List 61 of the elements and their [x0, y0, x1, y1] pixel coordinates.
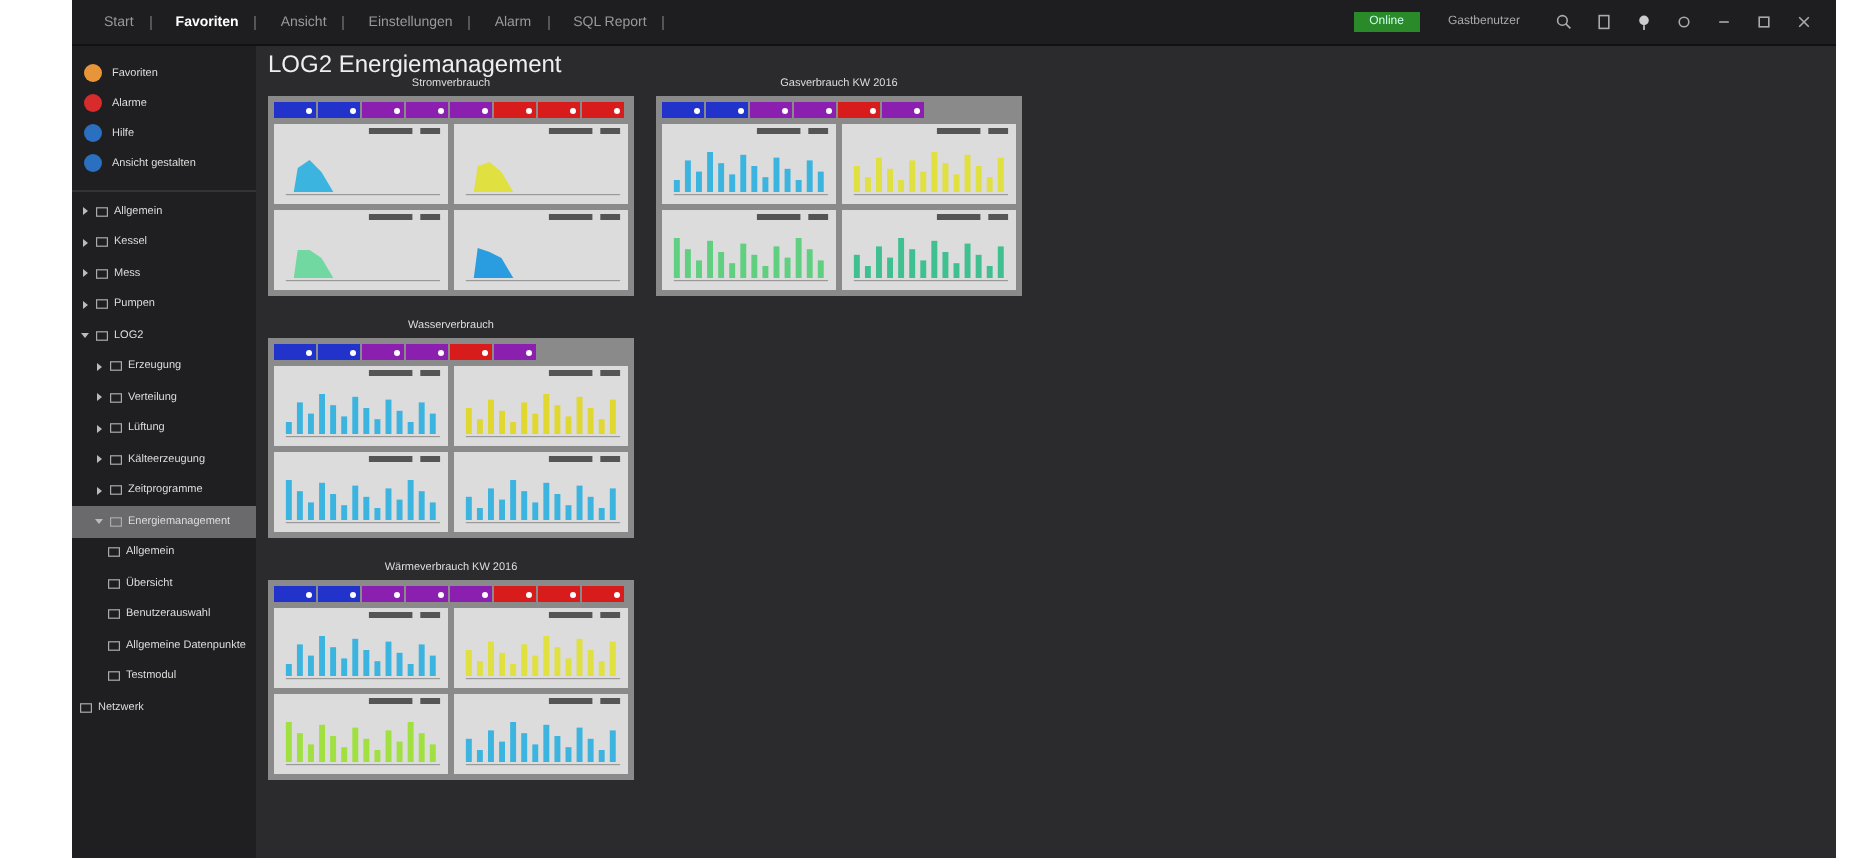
legend-chip[interactable] — [450, 586, 492, 602]
legend-chip[interactable] — [750, 102, 792, 118]
legend-chip[interactable] — [582, 586, 624, 602]
chevron-right-icon[interactable] — [80, 299, 90, 310]
chevron-right-icon[interactable] — [80, 206, 90, 217]
legend-chip[interactable] — [406, 102, 448, 118]
folder-icon — [108, 608, 120, 621]
legend-chip[interactable] — [450, 344, 492, 360]
folder-icon — [108, 639, 120, 652]
chevron-right-icon[interactable] — [94, 485, 104, 496]
legend-chip[interactable] — [538, 586, 580, 602]
close-icon[interactable] — [1796, 14, 1812, 30]
legend-chip[interactable] — [794, 102, 836, 118]
chevron-right-icon[interactable] — [94, 454, 104, 465]
legend-chip[interactable] — [274, 344, 316, 360]
chevron-right-icon[interactable] — [94, 392, 104, 403]
legend-chip[interactable] — [318, 586, 360, 602]
legend-chip[interactable] — [494, 586, 536, 602]
folder-icon — [96, 298, 108, 311]
pin-icon[interactable] — [1636, 14, 1652, 30]
legend-chip[interactable] — [362, 586, 404, 602]
legend-chip[interactable] — [662, 102, 704, 118]
chevron-down-icon[interactable] — [80, 330, 90, 341]
folder-icon — [108, 670, 120, 683]
restore-icon[interactable] — [1756, 14, 1772, 30]
legend-chip[interactable] — [362, 344, 404, 360]
legend-chip[interactable] — [450, 102, 492, 118]
legend-chip[interactable] — [274, 586, 316, 602]
chevron-right-icon[interactable] — [80, 268, 90, 279]
folder-icon — [110, 484, 122, 497]
folder-icon — [96, 267, 108, 280]
document-icon[interactable] — [1596, 14, 1612, 30]
legend-chip[interactable] — [494, 102, 536, 118]
folder-icon — [108, 546, 120, 559]
legend-chip[interactable] — [406, 586, 448, 602]
folder-icon — [108, 577, 120, 590]
page-title: LOG2 Energiemanagement — [268, 50, 564, 78]
folder-icon — [110, 453, 122, 466]
legend-chip[interactable] — [882, 102, 924, 118]
folder-icon — [96, 205, 108, 218]
chevron-right-icon[interactable] — [80, 237, 90, 248]
legend-chip[interactable] — [318, 102, 360, 118]
folder-icon — [110, 391, 122, 404]
folder-icon — [110, 422, 122, 435]
folder-icon — [110, 360, 122, 373]
folder-icon — [110, 515, 122, 528]
legend-chip[interactable] — [582, 102, 624, 118]
folder-icon — [96, 236, 108, 249]
folder-icon — [96, 329, 108, 342]
search-icon[interactable] — [1556, 14, 1572, 30]
chevron-right-icon[interactable] — [94, 361, 104, 372]
folder-icon — [80, 701, 92, 714]
legend-chip[interactable] — [494, 344, 536, 360]
legend-chip[interactable] — [406, 344, 448, 360]
legend-chip[interactable] — [538, 102, 580, 118]
legend-chip[interactable] — [362, 102, 404, 118]
legend-chip[interactable] — [706, 102, 748, 118]
chevron-right-icon[interactable] — [94, 423, 104, 434]
legend-chip[interactable] — [318, 344, 360, 360]
legend-chip[interactable] — [838, 102, 880, 118]
legend-chip[interactable] — [274, 102, 316, 118]
